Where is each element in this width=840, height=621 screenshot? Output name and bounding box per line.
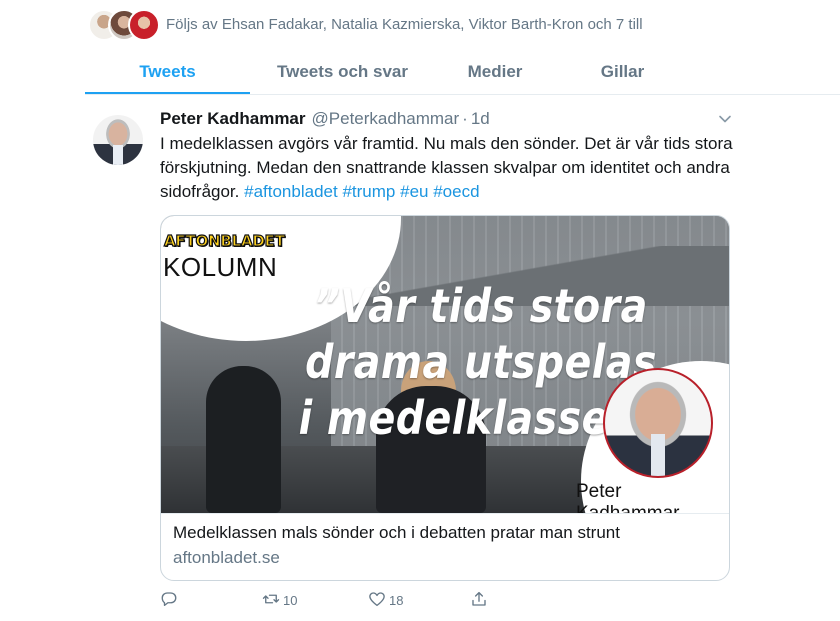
person-silhouette xyxy=(206,366,281,513)
tab-likes[interactable]: Gillar xyxy=(555,52,690,94)
share-button[interactable] xyxy=(470,590,488,611)
tweet-actions: 10 18 xyxy=(160,590,740,614)
follower-avatars[interactable] xyxy=(88,8,160,41)
divider xyxy=(85,94,840,95)
chevron-down-icon[interactable] xyxy=(718,112,732,126)
portrait-name: Peter Kadhammar xyxy=(576,481,680,513)
separator: · xyxy=(462,109,468,128)
hashtag-link[interactable]: #aftonbladet xyxy=(244,182,338,201)
hashtag-link[interactable]: #oecd xyxy=(433,182,479,201)
profile-tabs: Tweets Tweets och svar Medier Gillar xyxy=(85,52,840,94)
avatar xyxy=(128,9,160,41)
share-icon xyxy=(470,590,488,611)
tweet-timestamp[interactable]: 1d xyxy=(471,109,490,129)
followed-by-row[interactable]: Följs av Ehsan Fadakar, Natalia Kazmiers… xyxy=(88,8,643,41)
card-image: AFTONBLADET KOLUMN ”Vår tids stora drama… xyxy=(161,216,729,513)
tab-tweets[interactable]: Tweets xyxy=(85,52,250,94)
retweet-button[interactable]: 10 xyxy=(262,590,297,611)
headline-line: drama utspelas xyxy=(305,335,657,389)
card-domain: aftonbladet.se xyxy=(173,548,280,567)
retweet-icon xyxy=(262,590,280,611)
reply-icon xyxy=(160,590,178,611)
card-meta: Medelklassen mals sönder och i debatten … xyxy=(161,513,729,580)
hashtag-link[interactable]: #eu xyxy=(400,182,428,201)
like-count: 18 xyxy=(389,593,404,608)
section-label: KOLUMN xyxy=(163,252,278,282)
reply-button[interactable] xyxy=(160,590,181,611)
headline-line: ”Vår tids stora xyxy=(314,279,648,333)
card-title: Medelklassen mals sönder och i debatten … xyxy=(173,523,620,542)
heart-icon xyxy=(368,590,386,611)
avatar[interactable] xyxy=(93,115,143,165)
tab-media[interactable]: Medier xyxy=(435,52,555,94)
aftonbladet-logo: AFTONBLADET xyxy=(163,231,285,250)
tweet-text: I medelklassen avgörs vår framtid. Nu ma… xyxy=(160,132,735,204)
retweet-count: 10 xyxy=(283,593,298,608)
tweet-header: Peter Kadhammar @Peterkadhammar · 1d xyxy=(160,106,740,132)
like-button[interactable]: 18 xyxy=(368,590,403,611)
author-portrait xyxy=(603,368,713,478)
tab-tweets-and-replies[interactable]: Tweets och svar xyxy=(250,52,435,94)
link-card[interactable]: AFTONBLADET KOLUMN ”Vår tids stora drama… xyxy=(160,215,730,581)
hashtag-link[interactable]: #trump xyxy=(342,182,395,201)
author-name[interactable]: Peter Kadhammar xyxy=(160,109,306,129)
author-handle[interactable]: @Peterkadhammar xyxy=(312,109,460,129)
followed-by-text[interactable]: Följs av Ehsan Fadakar, Natalia Kazmiers… xyxy=(166,16,643,33)
